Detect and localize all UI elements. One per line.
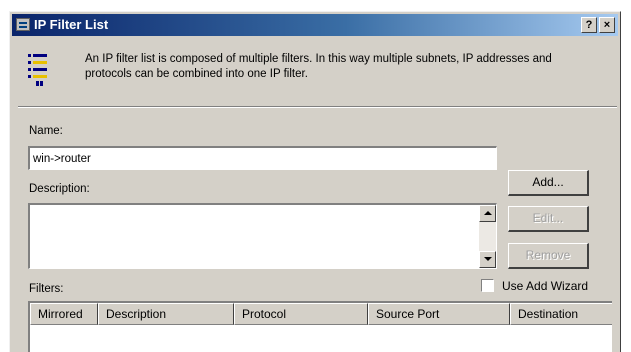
info-description: An IP filter list is composed of multipl… bbox=[85, 53, 552, 80]
column-header-description[interactable]: Description bbox=[98, 303, 234, 325]
description-textarea[interactable] bbox=[28, 203, 497, 269]
title-bar[interactable]: IP Filter List ? × bbox=[12, 14, 618, 36]
description-label: Description: bbox=[29, 183, 90, 195]
filter-list-icon bbox=[16, 18, 30, 31]
column-header-source-port[interactable]: Source Port bbox=[368, 303, 510, 325]
column-header-destination[interactable]: Destination bbox=[510, 303, 612, 325]
description-scrollbar[interactable] bbox=[479, 205, 496, 268]
filters-label: Filters: bbox=[29, 283, 64, 295]
name-label: Name: bbox=[29, 125, 63, 137]
use-add-wizard-checkbox[interactable] bbox=[481, 279, 494, 292]
column-header-mirrored[interactable]: Mirrored bbox=[30, 303, 98, 325]
column-header-protocol[interactable]: Protocol bbox=[234, 303, 368, 325]
close-button[interactable]: × bbox=[599, 17, 615, 33]
separator-line bbox=[18, 106, 617, 108]
name-input[interactable]: win->router bbox=[28, 146, 497, 170]
use-add-wizard-label[interactable]: Use Add Wizard bbox=[502, 279, 588, 293]
edit-button[interactable]: Edit... bbox=[508, 206, 589, 232]
help-button[interactable]: ? bbox=[581, 17, 597, 33]
remove-button[interactable]: Remove bbox=[508, 243, 589, 269]
window-title: IP Filter List bbox=[34, 17, 109, 32]
filters-list[interactable]: Mirrored Description Protocol Source Por… bbox=[28, 301, 612, 352]
filters-list-header: Mirrored Description Protocol Source Por… bbox=[30, 303, 612, 325]
scroll-up-arrow-icon[interactable] bbox=[479, 205, 496, 222]
scroll-down-arrow-icon[interactable] bbox=[479, 251, 496, 268]
filter-list-icon bbox=[28, 54, 47, 86]
add-button[interactable]: Add... bbox=[508, 170, 589, 196]
